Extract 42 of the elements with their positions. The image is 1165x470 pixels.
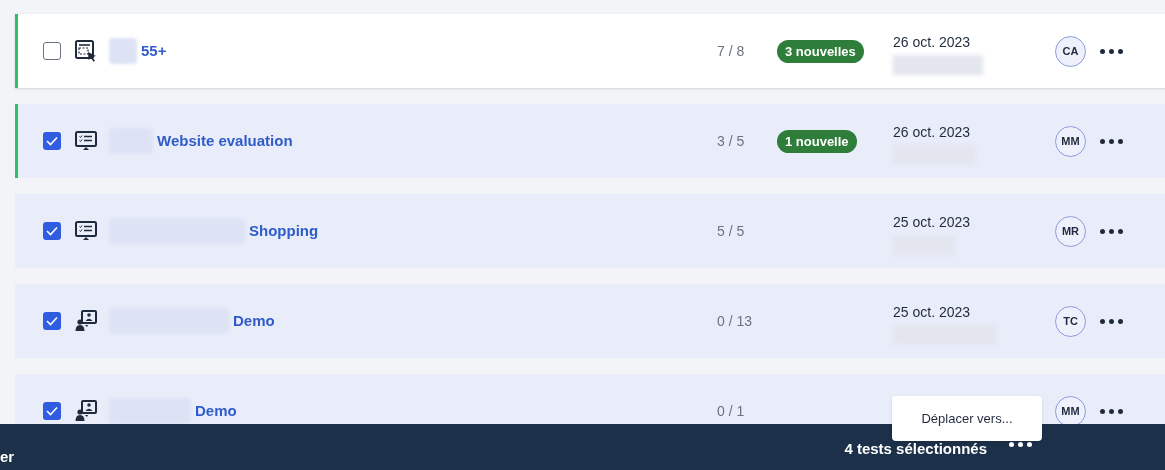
new-responses-badge: 1 nouvelle: [777, 129, 857, 154]
test-title-link[interactable]: Demo: [233, 309, 275, 333]
test-title-link[interactable]: Shopping: [249, 219, 319, 243]
checkmark-icon: [46, 136, 58, 146]
user-avatar: MR: [1055, 215, 1086, 247]
checkbox[interactable]: [43, 42, 61, 60]
person-screen-icon: [75, 400, 97, 422]
person-screen-icon: [75, 310, 97, 332]
user-avatar: MM: [1055, 395, 1086, 427]
checkmark-icon: [46, 226, 58, 236]
response-count: 0 / 1: [717, 401, 746, 421]
checkbox[interactable]: [43, 132, 61, 150]
response-count: 5 / 5: [717, 221, 746, 241]
window-cursor-icon: [75, 40, 97, 62]
test-row[interactable]: Shopping 5 / 5 25 oct. 2023 MR: [15, 194, 1165, 268]
test-title-link[interactable]: 55+: [141, 39, 167, 63]
response-count: 0 / 13: [717, 311, 754, 331]
date-text: 26 oct. 2023: [893, 33, 972, 52]
response-count: 7 / 8: [717, 41, 746, 61]
test-title-link[interactable]: Website evaluation: [157, 129, 293, 153]
test-title-link[interactable]: Demo: [195, 399, 237, 423]
bar-text: er: [0, 447, 15, 467]
monitor-checklist-icon: [75, 220, 97, 242]
test-row[interactable]: Website evaluation 3 / 5 1 nouvelle 26 oct. 2023 MM: [15, 104, 1165, 178]
user-avatar: TC: [1055, 305, 1086, 337]
checkbox[interactable]: [43, 312, 61, 330]
checkbox[interactable]: [43, 222, 61, 240]
date-text: 25 oct. 2023: [893, 303, 972, 322]
new-responses-badge: 3 nouvelles: [777, 39, 864, 64]
response-count: 3 / 5: [717, 131, 746, 151]
blurred-text: [109, 38, 137, 64]
checkbox[interactable]: [43, 402, 61, 420]
date-text: 25 oct. 2023: [893, 213, 972, 232]
test-row[interactable]: Demo 0 / 13 25 oct. 2023 TC: [15, 284, 1165, 358]
menu-item[interactable]: Déplacer vers...: [921, 408, 1013, 429]
checkmark-icon: [46, 316, 58, 326]
user-avatar: MM: [1055, 125, 1086, 157]
user-avatar: CA: [1055, 35, 1086, 67]
test-row[interactable]: 55+ 7 / 8 3 nouvelles 26 oct. 2023 CA: [15, 14, 1165, 88]
date-text: 26 oct. 2023: [893, 123, 972, 142]
checkmark-icon: [46, 406, 58, 416]
monitor-checklist-icon: [75, 130, 97, 152]
